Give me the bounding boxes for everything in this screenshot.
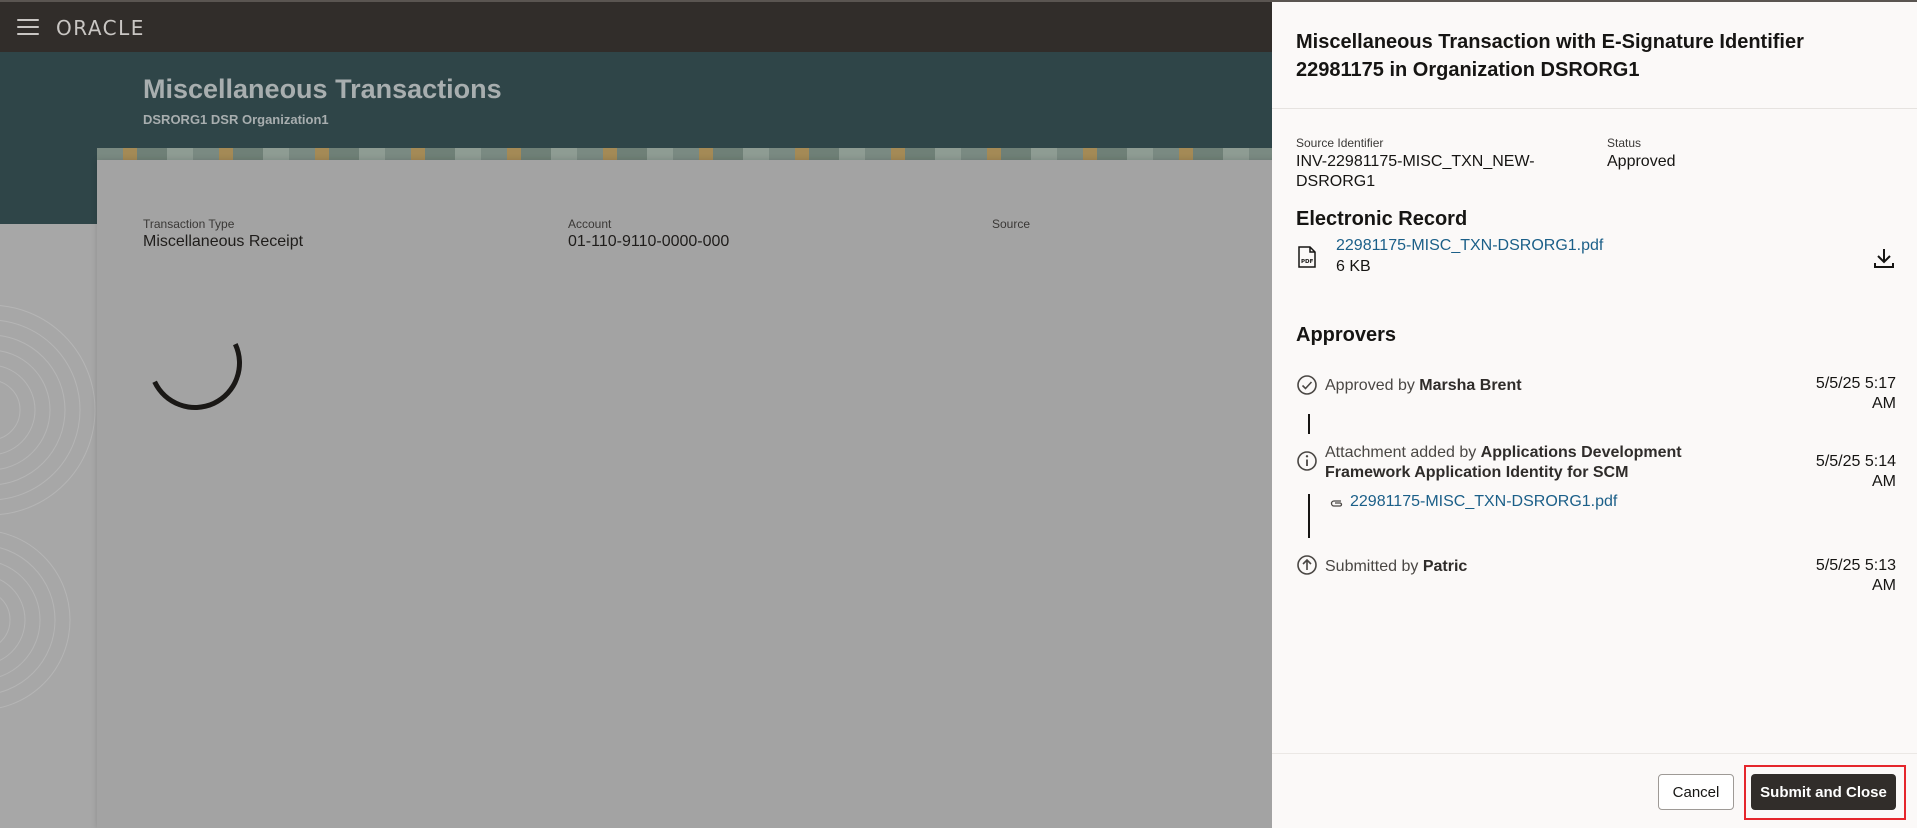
transaction-type-value: Miscellaneous Receipt [143,233,304,250]
status-label: Status [1607,136,1642,150]
event-actor-name-line1: Applications Development [1480,444,1682,461]
approvers-title: Approvers [1296,324,1397,346]
event-action-text: Approved by [1325,377,1415,394]
transaction-type-label: Transaction Type [143,217,235,231]
event-actor-name-line2: Framework Application Identity for SCM [1325,464,1629,481]
event-time-line2: AM [1872,577,1896,594]
source-identifier-line2: DSRORG1 [1296,173,1376,190]
approver-event-approved: Approved by Marsha Brent [1325,376,1522,396]
event-action-text: Attachment added by [1325,444,1477,461]
drawer-title: Miscellaneous Transaction with E-Signatu… [1296,28,1856,84]
submit-and-close-button[interactable]: Submit and Close [1751,774,1896,810]
event-time-line1: 5/5/25 5:14 [1815,453,1896,470]
drawer-footer-divider [1272,753,1917,754]
approver-event-attachment-added: Attachment added by Applications Develop… [1325,443,1725,483]
cancel-button[interactable]: Cancel [1658,774,1734,810]
svg-text:PDF: PDF [1301,259,1314,265]
event-timestamp-approved: 5/5/25 5:17 AM [1776,374,1896,414]
event-time-line1: 5/5/25 5:13 [1815,557,1896,574]
hamburger-menu-icon[interactable] [17,19,39,37]
pdf-file-icon: PDF [1298,246,1316,268]
decorative-swirl-pattern [0,305,96,709]
account-value: 01-110-9110-0000-000 [568,233,730,250]
drawer-header-divider [1272,108,1917,109]
transaction-card [97,160,1277,828]
page-title: Miscellaneous Transactions [143,74,502,104]
source-identifier-label: Source Identifier [1296,136,1384,150]
paperclip-icon [1330,500,1343,507]
timeline-connector [1308,414,1310,434]
drawer-title-line2: 22981175 in Organization DSRORG1 [1296,59,1640,81]
account-label: Account [568,217,612,231]
event-time-line2: AM [1872,395,1896,412]
approver-event-submitted: Submitted by Patric [1325,557,1467,577]
check-circle-icon [1297,375,1317,395]
timeline-connector [1308,494,1310,538]
event-time-line2: AM [1872,473,1896,490]
arrow-up-circle-icon [1297,555,1317,575]
info-circle-icon [1297,451,1317,471]
page-subtitle: DSRORG1 DSR Organization1 [143,112,329,127]
e-signature-drawer: Miscellaneous Transaction with E-Signatu… [1272,0,1917,828]
event-timestamp-attachment: 5/5/25 5:14 AM [1776,452,1896,492]
event-timestamp-submitted: 5/5/25 5:13 AM [1776,556,1896,596]
attachment-file-link[interactable]: 22981175-MISC_TXN-DSRORG1.pdf [1350,493,1617,511]
electronic-record-title: Electronic Record [1296,208,1468,230]
event-time-line1: 5/5/25 5:17 [1815,375,1896,392]
event-actor-name: Patric [1422,558,1468,575]
source-label: Source [992,217,1031,231]
electronic-record-file-size: 6 KB [1336,258,1371,275]
electronic-record-file-link[interactable]: 22981175-MISC_TXN-DSRORG1.pdf [1336,237,1603,255]
drawer-title-line1: Miscellaneous Transaction with E-Signatu… [1296,31,1804,53]
source-identifier-line1: INV-22981175-MISC_TXN_NEW- [1296,153,1535,170]
source-identifier-value: INV-22981175-MISC_TXN_NEW- DSRORG1 [1296,152,1535,192]
event-action-text: Submitted by [1325,558,1419,575]
event-actor-name: Marsha Brent [1419,377,1522,394]
download-icon[interactable] [1872,246,1896,270]
status-value: Approved [1607,153,1676,170]
oracle-logo[interactable]: ORACLE [56,16,145,40]
